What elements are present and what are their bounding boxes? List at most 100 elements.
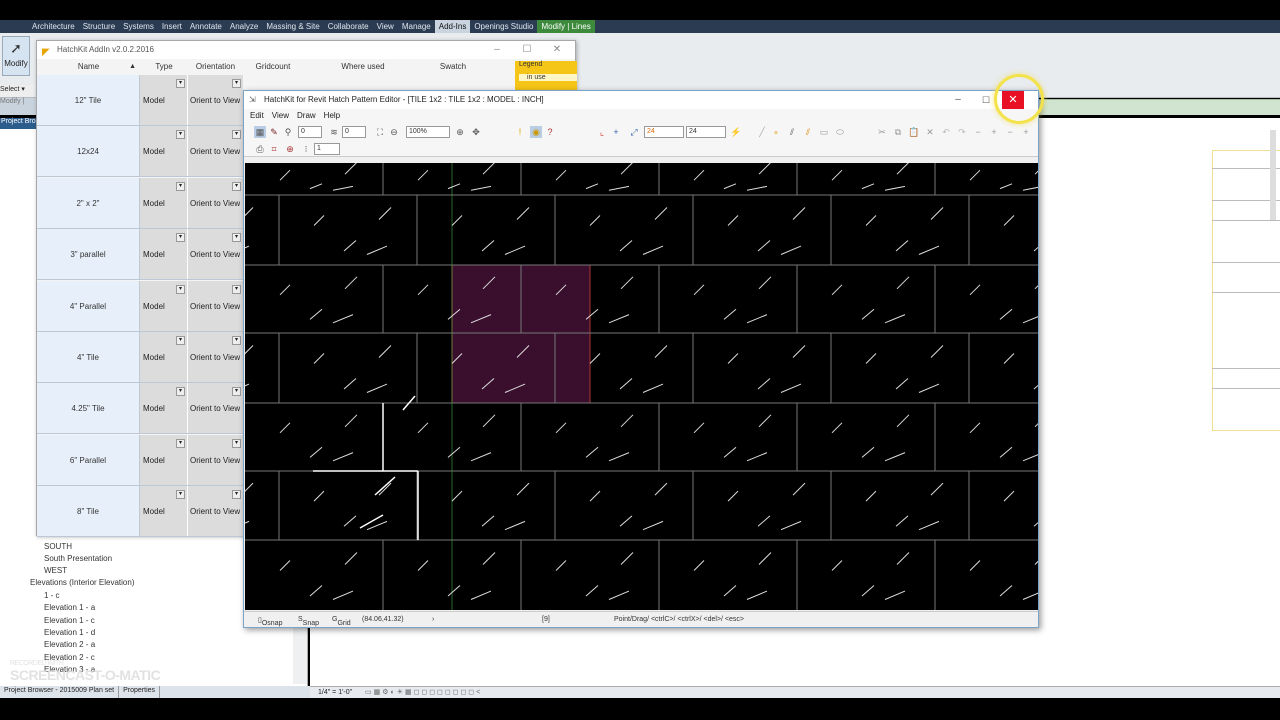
ribbon-tab-massing-site[interactable]: Massing & Site: [262, 20, 323, 33]
chevron-down-icon[interactable]: ▾: [232, 233, 241, 243]
zoom-in-icon[interactable]: ⊕: [454, 126, 466, 138]
modify-button[interactable]: ➚ Modify: [2, 36, 30, 76]
highlight-icon[interactable]: ◉: [530, 126, 542, 138]
browser-item[interactable]: Elevation 1 - d: [44, 628, 95, 637]
orientation-select[interactable]: Orient to View ▾: [188, 177, 243, 228]
browser-item[interactable]: Elevation 1 - a: [44, 603, 95, 612]
line-icon[interactable]: ╱: [756, 126, 768, 138]
minus-icon[interactable]: −: [1004, 126, 1016, 138]
table-row[interactable]: 4" Tile Model ▾ Orient to View ▾: [37, 332, 243, 383]
type-select[interactable]: Model ▾: [140, 280, 188, 331]
type-select[interactable]: Model ▾: [140, 177, 188, 228]
chevron-down-icon[interactable]: ▾: [232, 387, 241, 397]
table-row[interactable]: 6" Parallel Model ▾ Orient to View ▾: [37, 434, 243, 486]
maximize-icon[interactable]: ☐: [976, 91, 996, 109]
zoom-extents-icon[interactable]: ⛶: [374, 126, 386, 138]
ribbon-tab-add-ins[interactable]: Add-Ins: [434, 20, 471, 33]
layer-icon[interactable]: ≋: [328, 126, 340, 138]
snap-toggle[interactable]: S Snap: [298, 616, 319, 627]
ribbon-tab-structure[interactable]: Structure: [79, 20, 119, 33]
crosshair-icon[interactable]: +: [610, 126, 622, 138]
type-select[interactable]: Model ▾: [140, 434, 188, 485]
chevron-down-icon[interactable]: ▾: [232, 336, 241, 345]
col-name[interactable]: Name ▲: [37, 59, 140, 75]
col-where-used[interactable]: Where used: [303, 59, 423, 75]
parallel-lines-icon[interactable]: ⫽: [786, 126, 798, 138]
minimize-icon[interactable]: –: [948, 91, 968, 109]
cut-icon[interactable]: ✂: [876, 126, 888, 138]
col-type[interactable]: Type: [140, 59, 188, 75]
origin-icon[interactable]: ⌞: [596, 126, 608, 138]
ellipse-icon[interactable]: ⬭: [834, 126, 846, 138]
chevron-down-icon[interactable]: ▾: [176, 79, 185, 88]
menu-help[interactable]: Help: [322, 109, 346, 123]
type-select[interactable]: Model ▾: [140, 383, 188, 434]
browser-item[interactable]: 1 - c: [44, 591, 60, 600]
type-select[interactable]: Model ▾: [140, 332, 188, 382]
chevron-down-icon[interactable]: ▾: [176, 387, 185, 397]
browser-item[interactable]: WEST: [44, 566, 67, 575]
type-select[interactable]: Model ▾: [140, 229, 188, 280]
plus-icon[interactable]: +: [988, 126, 1000, 138]
chevron-down-icon[interactable]: ▾: [176, 181, 185, 191]
ribbon-tab-architecture[interactable]: Architecture: [28, 20, 79, 33]
point-icon[interactable]: ∘: [770, 126, 782, 138]
mirror-icon[interactable]: ⊕: [284, 143, 296, 155]
select-tool-icon[interactable]: ▦: [254, 126, 266, 138]
menu-draw[interactable]: Draw: [295, 109, 322, 123]
delete-icon[interactable]: ✕: [924, 126, 936, 138]
ribbon-tab-annotate[interactable]: Annotate: [186, 20, 226, 33]
editor-title-bar[interactable]: ⇲ HatchKit for Revit Hatch Pattern Edito…: [244, 91, 1038, 109]
redo-icon[interactable]: ↷: [956, 126, 968, 138]
ribbon-tab-manage[interactable]: Manage: [398, 20, 435, 33]
pattern-name[interactable]: 2" x 2": [37, 177, 140, 228]
apply-icon[interactable]: ⚡: [730, 126, 742, 138]
chevron-down-icon[interactable]: ▾: [176, 438, 185, 448]
menu-view[interactable]: View: [270, 109, 295, 123]
orientation-select[interactable]: Orient to View ▾: [188, 486, 243, 537]
pan-icon[interactable]: ✥: [470, 126, 482, 138]
copy-icon[interactable]: ⧉: [892, 126, 904, 138]
chevron-down-icon[interactable]: ▾: [232, 438, 241, 448]
grid-toggle[interactable]: G Grid: [332, 616, 351, 627]
browser-item[interactable]: South Presentation: [44, 554, 112, 563]
close-icon[interactable]: ✕: [545, 41, 569, 59]
orientation-select[interactable]: Orient to View ▾: [188, 383, 243, 434]
view-scale[interactable]: 1/4" = 1'-0": [318, 689, 352, 696]
tab-properties[interactable]: Properties: [119, 686, 161, 698]
repeat-icon[interactable]: ⁝: [300, 143, 312, 155]
type-select[interactable]: Model ▾: [140, 75, 188, 125]
undo-icon[interactable]: ↶: [940, 126, 952, 138]
array-icon[interactable]: ⌗: [268, 143, 280, 155]
tab-project-browser[interactable]: Project Browser - 2015009 Plan set: [0, 686, 120, 698]
pattern-canvas[interactable]: [245, 163, 1038, 610]
orientation-select[interactable]: Orient to View ▾: [188, 332, 243, 382]
table-row[interactable]: 12x24 Model ▾ Orient to View ▾: [37, 126, 243, 178]
chevron-down-icon[interactable]: ▾: [176, 284, 185, 294]
angle-field[interactable]: 0: [342, 126, 366, 138]
type-select[interactable]: Model ▾: [140, 486, 188, 537]
zoom-out-icon[interactable]: ⊖: [388, 126, 400, 138]
ribbon-tab-analyze[interactable]: Analyze: [226, 20, 262, 33]
chevron-down-icon[interactable]: ▾: [232, 130, 241, 140]
type-select[interactable]: Model ▾: [140, 126, 188, 177]
zoom-select[interactable]: 100%: [406, 126, 450, 138]
browser-item[interactable]: Elevation 2 - a: [44, 640, 95, 649]
ribbon-tab-view[interactable]: View: [373, 20, 398, 33]
chevron-down-icon[interactable]: ▾: [232, 79, 241, 88]
pattern-name[interactable]: 4" Tile: [37, 332, 140, 382]
offset-field[interactable]: 0: [298, 126, 322, 138]
chevron-down-icon[interactable]: ▾: [176, 490, 185, 500]
pattern-name[interactable]: 12x24: [37, 126, 140, 177]
minus-icon[interactable]: −: [972, 126, 984, 138]
help-cursor-icon[interactable]: ?: [544, 126, 556, 138]
repeat-field[interactable]: 1: [314, 143, 340, 155]
ribbon-tab-systems[interactable]: Systems: [119, 20, 158, 33]
ribbon-tab-modify-lines[interactable]: Modify | Lines: [537, 20, 595, 33]
browser-item[interactable]: Elevations (Interior Elevation): [30, 578, 135, 587]
table-row[interactable]: 4" Parallel Model ▾ Orient to View ▾: [37, 280, 243, 332]
grid-y-field[interactable]: 24: [686, 126, 726, 138]
pattern-name[interactable]: 4.25" Tile: [37, 383, 140, 434]
chevron-down-icon[interactable]: ▾: [176, 130, 185, 140]
col-swatch[interactable]: Swatch: [423, 59, 483, 75]
